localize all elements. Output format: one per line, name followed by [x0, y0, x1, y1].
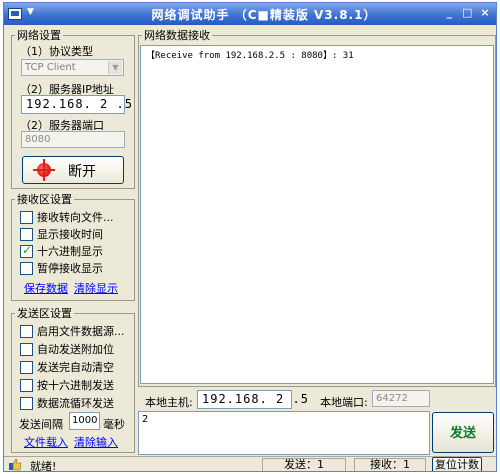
clear-input-link[interactable]: 清除输入 — [74, 434, 118, 450]
save-data-link[interactable]: 保存数据 — [24, 280, 68, 296]
auto-append-checkbox[interactable]: 自动发送附加位 — [20, 341, 114, 357]
receive-settings-legend: 接收区设置 — [17, 193, 72, 206]
chevron-down-icon[interactable]: ▼ — [108, 61, 122, 74]
file-load-link[interactable]: 文件载入 — [24, 434, 68, 450]
local-port-field[interactable]: 64272 — [372, 390, 430, 407]
checkbox-box[interactable] — [20, 342, 33, 356]
status-hand-icon — [9, 458, 22, 471]
checkbox-label: 接收转向文件... — [37, 211, 114, 224]
maximize-button[interactable]: □ — [460, 6, 474, 19]
status-text: 就绪! — [30, 460, 57, 472]
network-settings-legend: 网络设置 — [17, 29, 61, 42]
send-settings-legend: 发送区设置 — [17, 307, 72, 320]
checkbox-box-checked[interactable] — [20, 243, 33, 258]
hex-display-checkbox[interactable]: 十六进制显示 — [20, 243, 103, 259]
status-bar: 就绪! 发送：1 接收：1 复位计数 — [4, 456, 496, 472]
protocol-value: TCP Client — [25, 62, 76, 73]
file-source-checkbox[interactable]: 启用文件数据源... — [20, 323, 125, 339]
send-textarea[interactable]: 2 — [138, 411, 430, 455]
close-button[interactable]: × — [478, 6, 492, 19]
local-host-label: 本地主机: — [145, 396, 193, 409]
received-counter: 接收：1 — [354, 458, 426, 471]
send-interval-label: 发送间隔 — [19, 418, 63, 431]
protocol-select[interactable]: TCP Client ▼ — [21, 59, 124, 76]
local-port-label: 本地端口: — [320, 396, 368, 409]
checkbox-box[interactable] — [20, 396, 33, 410]
app-icon — [8, 8, 22, 20]
server-ip-input[interactable]: 192.168. 2 .5 — [21, 95, 132, 114]
receive-textarea[interactable]: 【Receive from 192.168.2.5 : 8080】: 31 — [140, 45, 494, 384]
loop-send-checkbox[interactable]: 数据流循环发送 — [20, 395, 114, 411]
disconnect-button-label: 断开 — [68, 164, 96, 180]
checkbox-box[interactable] — [20, 378, 33, 392]
auto-clear-checkbox[interactable]: 发送完自动清空 — [20, 359, 114, 375]
checkbox-label: 十六进制显示 — [37, 245, 103, 258]
checkbox-box[interactable] — [20, 360, 33, 374]
send-interval-input[interactable]: 1000 — [69, 412, 100, 430]
status-lamp-icon — [33, 159, 55, 181]
window-controls: _ □ × — [442, 6, 492, 22]
send-button[interactable]: 发送 — [432, 412, 494, 453]
protocol-label: （1）协议类型 — [20, 45, 93, 58]
system-menu-button[interactable]: ▼ — [8, 6, 38, 22]
disconnect-button[interactable]: 断开 — [22, 156, 124, 184]
server-port-input[interactable]: 8080 — [21, 131, 125, 148]
window-title: 网络调试助手 （C■精装版 V3.8.1） — [151, 8, 377, 22]
sent-counter: 发送：1 — [262, 458, 346, 471]
pause-recv-checkbox[interactable]: 暂停接收显示 — [20, 260, 103, 276]
checkbox-label: 数据流循环发送 — [37, 397, 114, 410]
checkbox-box[interactable] — [20, 324, 33, 338]
checkbox-box[interactable] — [20, 261, 33, 275]
checkbox-label: 发送完自动清空 — [37, 361, 114, 374]
checkbox-label: 启用文件数据源... — [37, 325, 125, 338]
clear-display-link[interactable]: 清除显示 — [74, 280, 118, 296]
minimize-button[interactable]: _ — [442, 6, 456, 19]
app-window: ▼ 网络调试助手 （C■精装版 V3.8.1） _ □ × 网络设置 （1）协议… — [3, 2, 497, 472]
checkbox-label: 暂停接收显示 — [37, 262, 103, 275]
receive-area-legend: 网络数据接收 — [144, 29, 210, 42]
checkbox-label: 按十六进制发送 — [37, 379, 114, 392]
dropdown-arrow-icon: ▼ — [27, 7, 34, 17]
title-bar: ▼ 网络调试助手 （C■精装版 V3.8.1） _ □ × — [4, 3, 496, 25]
show-recv-time-checkbox[interactable]: 显示接收时间 — [20, 226, 103, 242]
local-host-ip-field[interactable]: 192.168. 2 .5 — [197, 390, 308, 409]
recv-to-file-checkbox[interactable]: 接收转向文件... — [20, 209, 114, 225]
checkbox-box[interactable] — [20, 227, 33, 241]
reset-count-button[interactable]: 复位计数 — [432, 457, 482, 471]
checkbox-label: 显示接收时间 — [37, 228, 103, 241]
checkbox-label: 自动发送附加位 — [37, 343, 114, 356]
hex-send-checkbox[interactable]: 按十六进制发送 — [20, 377, 114, 393]
send-interval-unit: 毫秒 — [103, 418, 125, 431]
checkbox-box[interactable] — [20, 210, 33, 224]
